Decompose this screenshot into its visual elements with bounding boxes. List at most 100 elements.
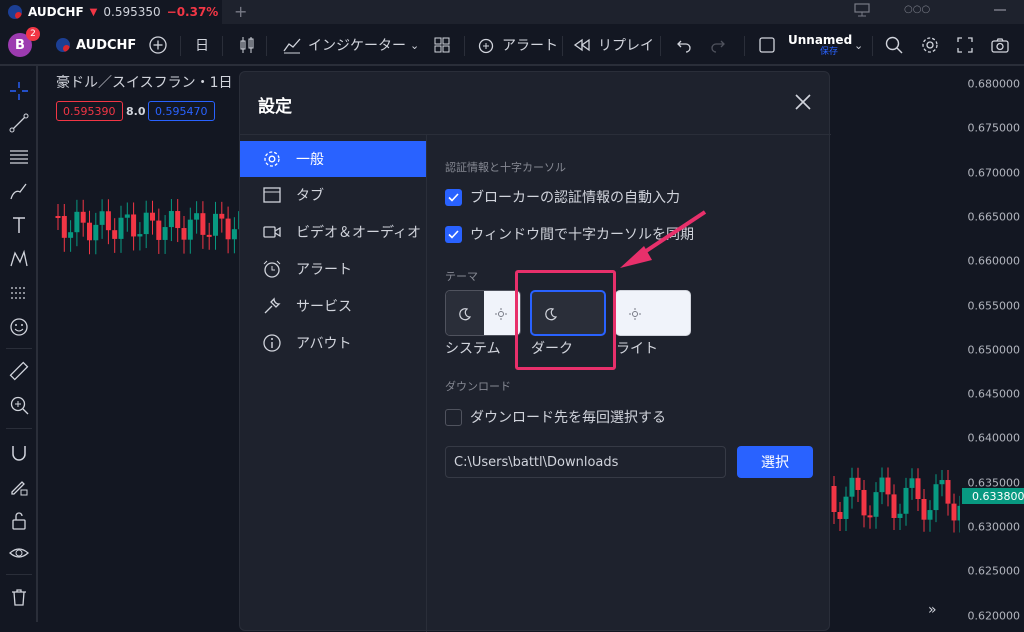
new-tab-button[interactable]: + xyxy=(234,2,247,21)
layout-grid-button[interactable] xyxy=(432,24,452,66)
plus-circle-icon xyxy=(149,36,167,54)
candle xyxy=(206,222,212,250)
nav-item-tabs[interactable]: タブ xyxy=(240,177,426,213)
close-button[interactable] xyxy=(793,92,813,112)
alert-label: アラート xyxy=(502,38,558,54)
candle xyxy=(200,201,206,249)
video-icon xyxy=(263,226,281,238)
user-menu[interactable]: B 2 xyxy=(8,24,40,66)
candle xyxy=(156,208,162,254)
candle xyxy=(231,217,237,254)
annotation-arrow-icon xyxy=(620,210,707,268)
candle xyxy=(945,470,951,516)
fib-tool[interactable] xyxy=(8,146,30,168)
nav-label: アバウト xyxy=(296,336,352,352)
undo-icon xyxy=(677,40,691,53)
redo-button[interactable] xyxy=(710,24,726,66)
pin-icon[interactable] xyxy=(852,2,872,22)
price-tick: 0.645000 xyxy=(967,387,1021,401)
candle xyxy=(194,201,200,234)
nav-item-alerts[interactable]: アラート xyxy=(240,251,426,287)
crosshair-tool[interactable] xyxy=(8,80,30,102)
price-axis[interactable]: 0.633800 0.680000 0.675000 0.670000 0.66500… xyxy=(962,66,1024,622)
ask-download-location-checkbox[interactable]: ダウンロード先を毎回選択する xyxy=(445,407,666,427)
candle xyxy=(168,199,174,242)
theme-system-option[interactable] xyxy=(445,290,521,336)
candle xyxy=(891,484,897,530)
nav-item-video-audio[interactable]: ビデオ＆オーディオ xyxy=(240,214,426,250)
trendline-icon xyxy=(9,113,29,133)
section-auth-heading: 認証情報と十字カーソル xyxy=(445,161,566,174)
lock-all-tool[interactable] xyxy=(8,510,30,532)
au-flag-icon xyxy=(56,38,70,52)
brush-tool[interactable] xyxy=(8,180,30,202)
remove-drawings-tool[interactable] xyxy=(8,586,30,608)
select-folder-button[interactable]: 選択 xyxy=(737,446,813,478)
alarm-clock-icon xyxy=(263,260,281,278)
prediction-tool[interactable] xyxy=(8,282,30,304)
layout-chevron-down-icon[interactable]: ⌄ xyxy=(854,24,863,66)
candle xyxy=(867,505,873,529)
search-button[interactable] xyxy=(884,24,904,66)
theme-light-option[interactable] xyxy=(615,290,691,336)
bid-price[interactable]: 0.595390 xyxy=(56,101,123,121)
layout-name-label: Unnamed xyxy=(788,32,853,47)
hide-tool[interactable] xyxy=(8,542,30,564)
layout-button[interactable] xyxy=(758,24,776,66)
chart-tab[interactable]: AUDCHF ▼ 0.595350 −0.37% xyxy=(0,0,222,24)
candle xyxy=(897,503,903,530)
ruler-lines-icon xyxy=(11,287,27,299)
avatar[interactable]: B 2 xyxy=(8,27,40,57)
more-icon[interactable]: ○○○ xyxy=(904,4,930,15)
nav-item-general[interactable]: 一般 xyxy=(240,141,426,177)
candle xyxy=(903,477,909,526)
trendline-tool[interactable] xyxy=(8,112,30,134)
nav-label: タブ xyxy=(296,188,324,204)
text-icon xyxy=(13,217,25,233)
candle xyxy=(957,495,960,533)
settings-button[interactable] xyxy=(920,24,940,66)
text-tool[interactable] xyxy=(8,214,30,236)
candle xyxy=(855,467,861,502)
section-theme-heading: テーマ xyxy=(445,270,478,283)
compare-button[interactable] xyxy=(148,24,168,66)
interval-button[interactable]: 日 xyxy=(195,24,209,66)
alert-button[interactable]: アラート xyxy=(476,24,558,66)
search-icon xyxy=(885,36,903,54)
info-icon xyxy=(263,334,281,352)
smile-icon xyxy=(10,318,28,336)
wrench-icon xyxy=(264,297,281,314)
ask-price[interactable]: 0.595470 xyxy=(148,101,215,121)
highlight-box xyxy=(515,270,616,370)
price-tick: 0.670000 xyxy=(967,166,1021,180)
scroll-to-realtime-button[interactable]: » xyxy=(928,602,937,618)
icon-tool[interactable] xyxy=(8,316,30,338)
pattern-tool[interactable] xyxy=(8,248,30,270)
sun-icon xyxy=(495,308,507,320)
dialog-title: 設定 xyxy=(258,97,292,117)
nav-item-about[interactable]: アバウト xyxy=(240,325,426,361)
candle xyxy=(843,486,849,531)
nav-item-services[interactable]: サービス xyxy=(240,288,426,324)
magnet-tool[interactable] xyxy=(8,442,30,464)
magnet-icon xyxy=(12,446,26,461)
indicators-button[interactable]: インジケーター xyxy=(282,24,406,66)
zoom-tool[interactable] xyxy=(8,394,30,416)
chevron-down-icon[interactable]: ⌄ xyxy=(410,24,419,66)
undo-button[interactable] xyxy=(676,24,692,66)
measure-tool[interactable] xyxy=(8,360,30,382)
screenshot-button[interactable] xyxy=(990,24,1010,66)
layout-name[interactable]: Unnamed 保存 xyxy=(788,24,852,66)
price-tick: 0.665000 xyxy=(967,210,1021,224)
ruler-icon xyxy=(9,361,29,381)
lock-drawing-tool[interactable] xyxy=(8,476,30,498)
fullscreen-button[interactable] xyxy=(956,24,974,66)
replay-button[interactable]: リプレイ xyxy=(572,24,654,66)
candle xyxy=(951,493,957,533)
candle xyxy=(219,201,225,233)
minimize-icon[interactable] xyxy=(990,2,1010,22)
chart-type-button[interactable] xyxy=(238,24,256,66)
nav-label: サービス xyxy=(296,299,352,315)
download-path-field[interactable]: C:\Users\battl\Downloads xyxy=(445,446,726,478)
symbol-search[interactable]: AUDCHF xyxy=(56,24,136,66)
